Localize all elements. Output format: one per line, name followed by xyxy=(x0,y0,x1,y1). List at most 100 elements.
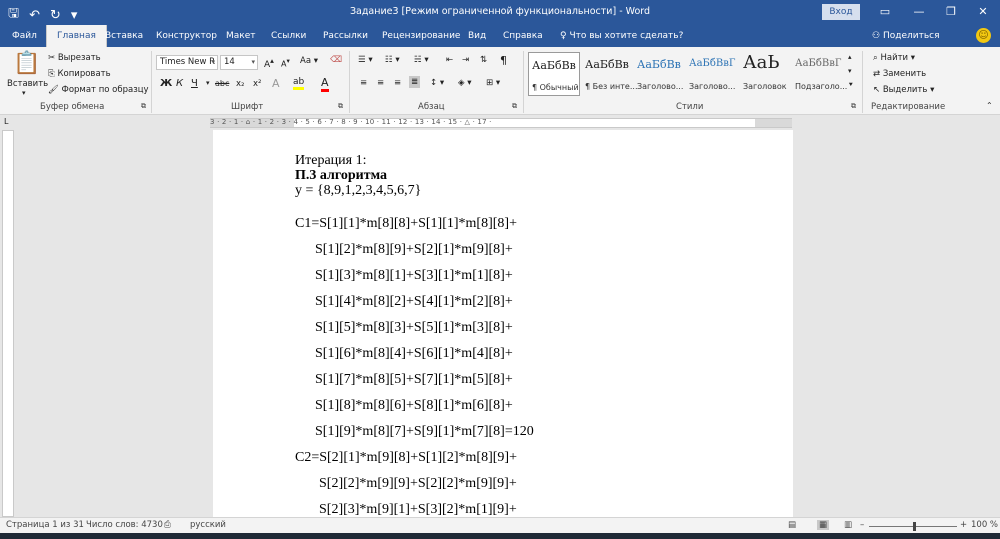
style-heading-2[interactable]: АаБбВвГ Заголово... xyxy=(686,52,738,96)
doc-line: Итерация 1: xyxy=(295,153,367,168)
styles-launcher-icon[interactable]: ⧉ xyxy=(851,102,856,111)
document-page[interactable]: Итерация 1: П.3 алгоритма y = {8,9,1,2,3… xyxy=(213,130,793,517)
sort-icon[interactable]: ⇅ xyxy=(480,55,487,65)
increase-indent-icon[interactable]: ⇥ xyxy=(462,55,469,65)
minimize-icon[interactable]: — xyxy=(908,3,930,21)
language[interactable]: русский xyxy=(190,520,226,530)
highlight-button[interactable]: ab xyxy=(293,77,305,90)
style-subtitle[interactable]: АаБбВвГ Подзаголо... xyxy=(792,52,847,96)
tab-review[interactable]: Рецензирование xyxy=(382,25,460,47)
shrink-font-button[interactable]: A▾ xyxy=(281,57,290,69)
align-left-icon[interactable]: ≡ xyxy=(360,78,367,88)
doc-line: S[1][5]*m[8][3]+S[5][1]*m[3][8]+ xyxy=(315,320,513,335)
ruler-numbers: 3 · 2 · 1 · ⌂ · 1 · 2 · 3 · 4 · 5 · 6 · … xyxy=(210,118,492,126)
tab-selector[interactable]: L xyxy=(4,117,8,126)
tab-view[interactable]: Вид xyxy=(468,25,486,47)
tell-me-search[interactable]: ♀ Что вы хотите сделать? xyxy=(560,25,683,47)
strikethrough-button[interactable]: abc xyxy=(215,79,229,88)
styles-scroll-up-icon[interactable]: ▴ xyxy=(848,53,852,61)
change-case-button[interactable]: Aa ▾ xyxy=(300,56,318,66)
zoom-slider-thumb[interactable] xyxy=(913,522,916,531)
doc-line: S[1][6]*m[8][4]+S[6][1]*m[4][8]+ xyxy=(315,346,513,361)
style-title[interactable]: АаЬ Заголовок xyxy=(740,52,792,96)
tab-file[interactable]: Файл xyxy=(12,25,37,47)
zoom-level[interactable]: 100 % xyxy=(971,520,998,530)
copy-button[interactable]: ⎘ Копировать xyxy=(48,69,111,79)
style-heading-1[interactable]: АаБбВв Заголово... xyxy=(634,52,686,96)
styles-more-icon[interactable]: ⯆ xyxy=(848,81,854,90)
tab-layout[interactable]: Макет xyxy=(226,25,256,47)
document-canvas[interactable]: Итерация 1: П.3 алгоритма y = {8,9,1,2,3… xyxy=(15,130,1000,517)
replace-button[interactable]: ⇄ Заменить xyxy=(873,69,926,79)
font-color-button[interactable]: A xyxy=(321,76,329,92)
zoom-in-button[interactable]: + xyxy=(960,520,967,530)
doc-line: S[2][3]*m[9][1]+S[3][2]*m[1][9]+ xyxy=(319,502,517,517)
paste-dropdown-icon[interactable]: ▾ xyxy=(22,89,26,97)
search-icon: ⌕ xyxy=(873,53,878,63)
subscript-button[interactable]: x₂ xyxy=(236,79,244,89)
italic-button[interactable]: К xyxy=(176,78,183,89)
borders-button[interactable]: ⊞ ▾ xyxy=(486,78,500,88)
bold-button[interactable]: Ж xyxy=(160,78,172,89)
read-mode-icon[interactable]: ▤ xyxy=(788,520,796,530)
vertical-ruler[interactable] xyxy=(2,130,14,517)
align-center-icon[interactable]: ≡ xyxy=(377,78,384,88)
copy-icon: ⎘ xyxy=(48,69,55,79)
ribbon: 📋 Вставить ▾ ✂ Вырезать ⎘ Копировать 🖌 Ф… xyxy=(0,47,1000,115)
underline-button[interactable]: Ч xyxy=(191,78,198,89)
ribbon-tabs: Файл Главная Вставка Конструктор Макет С… xyxy=(0,25,1000,47)
style-no-spacing[interactable]: АаБбВв ¶ Без инте... xyxy=(582,52,637,96)
text-effects-button[interactable]: A xyxy=(272,77,280,90)
tab-references[interactable]: Ссылки xyxy=(271,25,306,47)
share-button[interactable]: ⚇ Поделиться xyxy=(872,25,940,47)
font-size-combo[interactable]: 14 ▾ xyxy=(220,55,258,70)
doc-line: П.3 алгоритма xyxy=(295,168,388,183)
select-button[interactable]: ↖ Выделить ▾ xyxy=(873,85,934,95)
font-launcher-icon[interactable]: ⧉ xyxy=(338,102,343,111)
collapse-ribbon-icon[interactable]: ⌃ xyxy=(986,101,993,110)
underline-dropdown-icon[interactable]: ▾ xyxy=(206,79,210,87)
justify-icon[interactable]: ≣ xyxy=(409,76,421,88)
font-name-combo[interactable]: Times New R ▾ xyxy=(156,55,218,70)
superscript-button[interactable]: x² xyxy=(253,79,261,89)
page-count[interactable]: Страница 1 из 31 xyxy=(6,520,84,530)
print-layout-icon[interactable]: ▦ xyxy=(817,520,830,530)
tab-mailings[interactable]: Рассылки xyxy=(323,25,368,47)
ribbon-display-options-icon[interactable]: ▭ xyxy=(874,3,896,21)
show-formatting-button[interactable]: ¶ xyxy=(500,54,507,67)
grow-font-button[interactable]: A▴ xyxy=(264,56,274,70)
style-normal[interactable]: АаБбВв ¶ Обычный xyxy=(528,52,580,96)
clipboard-group-label: Буфер обмена xyxy=(40,102,105,112)
proofing-icon[interactable]: ⎙ xyxy=(164,520,171,530)
multilevel-list-button[interactable]: ☵ ▾ xyxy=(414,55,429,65)
find-button[interactable]: ⌕ Найти ▾ xyxy=(873,53,915,63)
numbering-button[interactable]: ☷ ▾ xyxy=(385,55,400,65)
close-icon[interactable]: ✕ xyxy=(972,3,994,21)
cut-button[interactable]: ✂ Вырезать xyxy=(48,53,101,63)
signin-button[interactable]: Вход xyxy=(822,4,860,20)
zoom-out-button[interactable]: – xyxy=(860,520,864,530)
paste-icon[interactable]: 📋 xyxy=(13,51,40,76)
paste-button-label[interactable]: Вставить xyxy=(7,79,48,89)
maximize-icon[interactable]: ❐ xyxy=(940,3,962,21)
align-right-icon[interactable]: ≡ xyxy=(394,78,401,88)
shading-button[interactable]: ◈ ▾ xyxy=(458,78,472,88)
word-count[interactable]: Число слов: 4730 xyxy=(86,520,163,530)
decrease-indent-icon[interactable]: ⇤ xyxy=(446,55,453,65)
horizontal-ruler[interactable]: 3 · 2 · 1 · ⌂ · 1 · 2 · 3 · 4 · 5 · 6 · … xyxy=(0,115,1000,130)
tab-home[interactable]: Главная xyxy=(46,25,107,47)
feedback-smiley-icon[interactable]: ☺ xyxy=(976,28,991,43)
clipboard-launcher-icon[interactable]: ⧉ xyxy=(141,102,146,111)
tab-insert[interactable]: Вставка xyxy=(105,25,143,47)
tab-help[interactable]: Справка xyxy=(503,25,543,47)
paragraph-launcher-icon[interactable]: ⧉ xyxy=(512,102,517,111)
clear-formatting-button[interactable]: ⌫ xyxy=(330,55,342,65)
web-layout-icon[interactable]: ▥ xyxy=(844,520,852,530)
styles-scroll-down-icon[interactable]: ▾ xyxy=(848,67,852,75)
bullets-button[interactable]: ☰ ▾ xyxy=(358,55,373,65)
format-painter-button[interactable]: 🖌 Формат по образцу xyxy=(48,85,149,95)
font-group-label: Шрифт xyxy=(231,102,264,112)
tab-design[interactable]: Конструктор xyxy=(156,25,217,47)
line-spacing-button[interactable]: ↕ ▾ xyxy=(430,78,444,88)
share-label: Поделиться xyxy=(882,31,940,41)
